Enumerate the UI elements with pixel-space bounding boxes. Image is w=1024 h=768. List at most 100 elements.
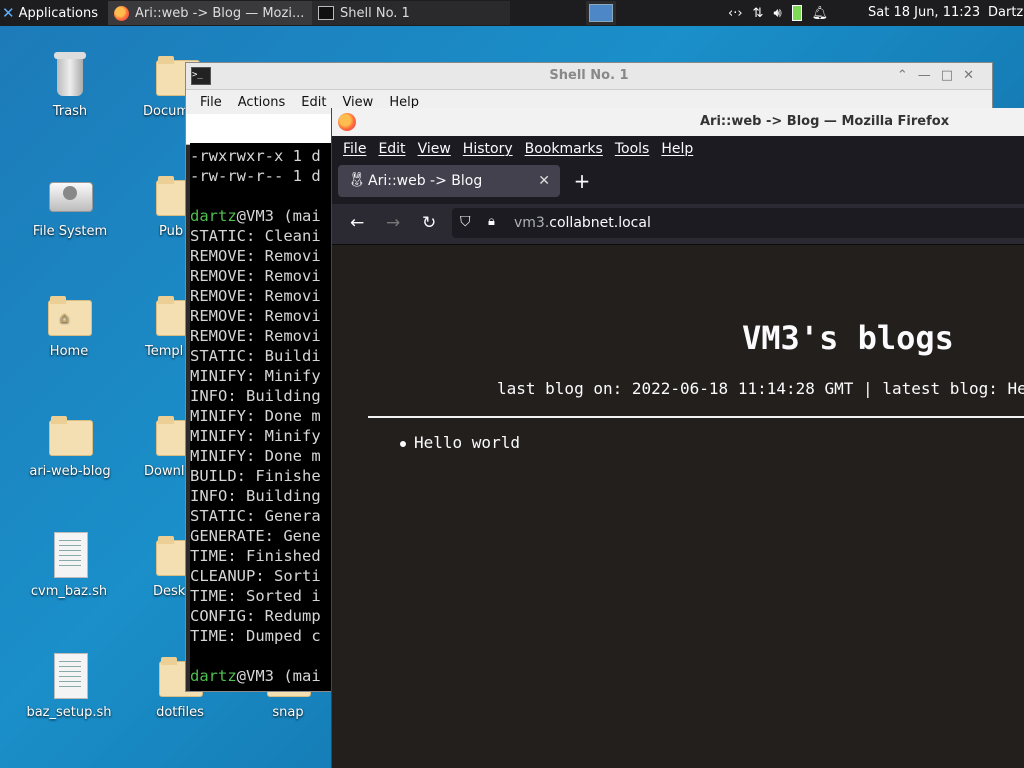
page-content: VM3's blogs last blog on: 2022-06-18 11:… [332,245,1024,768]
list-item[interactable]: Hello world [400,433,520,452]
terminal-line-text: INFO: Building [190,487,321,505]
terminal-line-text: -rwxrwxr-x 1 d [190,147,321,165]
bullet-icon [400,440,406,447]
close-icon[interactable]: ✕ [963,68,984,83]
clock[interactable]: Sat 18 Jun, 11:23 [868,0,980,26]
site-favicon-icon: 🐰︎ [348,172,366,188]
trash-icon [47,52,93,98]
firefox-titlebar[interactable]: Ari::web -> Blog — Mozilla Firefox [332,108,1024,136]
firefox-icon [338,113,356,131]
volume-icon[interactable]: 🔊︎ [773,6,781,21]
script-file-icon [46,532,92,578]
terminal-line-text: MINIFY: Done m [190,447,321,465]
terminal-line-text: TIME: Finished [190,547,321,565]
url-bar[interactable]: ⛉ 🔒︎ vm3.collabnet.local [452,208,1024,238]
close-icon[interactable]: ✕ [538,165,550,197]
shield-icon[interactable]: ⛉ [460,214,471,230]
desktop-icon-baz-setup[interactable]: baz_setup.sh [24,653,114,720]
transfer-icon[interactable]: ⇅ [753,6,764,21]
lock-icon[interactable]: 🔒︎ [488,214,495,229]
terminal-line-text: CLEANUP: Sorti [190,567,321,585]
menu-help[interactable]: Help [661,141,693,157]
menu-file[interactable]: File [343,141,366,157]
script-file-icon [46,653,92,699]
maximize-icon[interactable]: □ [941,68,963,83]
url-host-prefix: vm3. [514,215,550,231]
terminal-line-text: INFO: Building [190,387,321,405]
drive-icon [47,172,93,218]
desktop-icon-label: snap [272,705,304,720]
terminal-line-text: BUILD: Finishe [190,467,321,485]
back-icon[interactable]: ← [350,204,364,242]
plus-icon: + [573,169,591,193]
desktop-icon-cvm-baz[interactable]: cvm_baz.sh [24,532,114,599]
taskbar-item-label: Shell No. 1 [340,5,410,21]
system-tray: ‹·› ⇅ 🔊︎ 🔔︎ [728,0,828,26]
terminal-titlebar[interactable]: >_ Shell No. 1 ⌃—□✕ [186,63,992,90]
post-link[interactable]: Hello world [414,433,520,452]
network-icon[interactable]: ‹·› [728,6,743,21]
tab-bar: 🐰︎ Ari::web -> Blog ✕ + [332,162,1024,204]
user-menu[interactable]: Dartz [988,0,1023,26]
terminal-line-text: -rw-rw-r-- 1 d [190,167,321,185]
prompt-user: dartz [190,207,237,225]
desktop-icon-label: File System [32,224,108,239]
workspace-thumbnail[interactable] [589,4,613,22]
tab-label: Ari::web -> Blog [368,173,483,189]
terminal-line-text: MINIFY: Minify [190,367,321,385]
menu-tools[interactable]: Tools [615,141,650,157]
terminal-line-text: TIME: Sorted i [190,587,321,605]
terminal-line-text: CONFIG: Redump [190,607,321,625]
terminal-icon [318,6,334,20]
terminal-line-text: STATIC: Buildi [190,347,321,365]
forward-icon[interactable]: → [386,204,400,242]
desktop-icon-label: ari-web-blog [29,464,111,479]
terminal-line-text: REMOVE: Removi [190,267,321,285]
terminal-line-text: GENERATE: Gene [190,527,321,545]
workspace-switcher[interactable] [586,1,616,25]
window-title: Shell No. 1 [549,68,629,83]
terminal-line-text: REMOVE: Removi [190,327,321,345]
desktop-icon-trash[interactable]: Trash [25,52,115,119]
terminal-line-text: REMOVE: Removi [190,247,321,265]
battery-icon[interactable] [791,5,802,21]
menu-file[interactable]: File [200,95,222,110]
menu-actions[interactable]: Actions [238,95,286,110]
page-title: VM3's blogs [742,319,954,357]
terminal-line-text: STATIC: Cleani [190,227,321,245]
menu-edit[interactable]: Edit [378,141,405,157]
desktop-icon-ari-web-blog[interactable]: ari-web-blog [25,412,115,479]
url-text[interactable]: vm3.collabnet.local [514,208,651,238]
applications-label: Applications [18,5,98,21]
taskbar-item-terminal[interactable]: Shell No. 1 [312,1,510,25]
desktop-icon-label: Trash [52,104,88,119]
desktop-icon-home[interactable]: ⌂ Home [24,292,114,359]
chevron-up-icon[interactable]: ⌃ [897,68,918,83]
divider [368,416,1024,418]
window-title: Ari::web -> Blog — Mozilla Firefox [700,114,950,129]
menu-view[interactable]: View [418,141,451,157]
applications-menu[interactable]: ✕ Applications [2,0,98,26]
firefox-icon [114,5,129,21]
minimize-icon[interactable]: — [918,68,941,83]
menu-history[interactable]: History [463,141,513,157]
notification-bell-icon[interactable]: 🔔︎ [812,6,829,21]
desktop-icon-label: cvm_baz.sh [30,584,108,599]
desktop-icon-file-system[interactable]: File System [25,172,115,239]
reload-icon[interactable]: ↻ [422,204,436,242]
navigation-bar: ← → ↻ ⛉ 🔒︎ vm3.collabnet.local [332,204,1024,245]
taskbar-item-label: Ari::web -> Blog — Mozi... [135,5,305,21]
menu-edit[interactable]: Edit [301,95,326,110]
terminal-line-text: @VM3 (mai [236,667,321,685]
firefox-window[interactable]: Ari::web -> Blog — Mozilla Firefox File … [331,108,1024,768]
taskbar-item-firefox[interactable]: Ari::web -> Blog — Mozi... [108,1,312,25]
terminal-line-text: MINIFY: Done m [190,407,321,425]
terminal-line-text: STATIC: Genera [190,507,321,525]
folder-icon [47,412,93,458]
xfce-logo-icon: ✕ [2,4,15,22]
terminal-line-text: REMOVE: Removi [190,287,321,305]
menu-bookmarks[interactable]: Bookmarks [525,141,603,157]
new-tab-button[interactable]: + [570,165,594,197]
tab-blog[interactable]: 🐰︎ Ari::web -> Blog ✕ [338,165,560,197]
url-domain: collabnet.local [549,215,651,231]
